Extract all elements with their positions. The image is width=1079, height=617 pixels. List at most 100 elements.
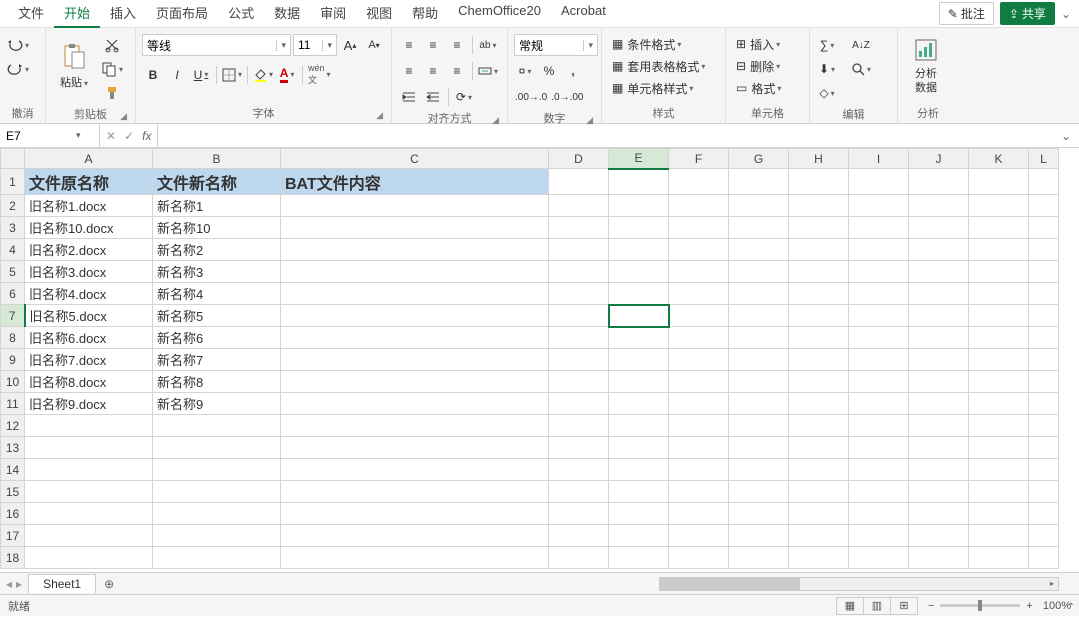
cell-J3[interactable]: [909, 217, 969, 239]
cell-K11[interactable]: [969, 393, 1029, 415]
cell-J6[interactable]: [909, 283, 969, 305]
col-header-C[interactable]: C: [281, 149, 549, 169]
cell-K14[interactable]: [969, 459, 1029, 481]
clipboard-launcher[interactable]: ◢: [120, 111, 127, 122]
increase-font-button[interactable]: A▴: [339, 34, 361, 56]
cell-A9[interactable]: 旧名称7.docx: [25, 349, 153, 371]
cell-I3[interactable]: [849, 217, 909, 239]
decrease-font-button[interactable]: A▾: [363, 34, 385, 56]
cell-G8[interactable]: [729, 327, 789, 349]
cell-G17[interactable]: [729, 525, 789, 547]
page-layout-view-button[interactable]: ▥: [863, 597, 891, 615]
cell-J12[interactable]: [909, 415, 969, 437]
cell-I10[interactable]: [849, 371, 909, 393]
row-header-11[interactable]: 11: [1, 393, 25, 415]
cell-J9[interactable]: [909, 349, 969, 371]
zoom-in-button[interactable]: +: [1026, 600, 1032, 612]
cell-D18[interactable]: [549, 547, 609, 569]
cell-L1[interactable]: [1029, 169, 1059, 195]
cell-I6[interactable]: [849, 283, 909, 305]
cell-C13[interactable]: [281, 437, 549, 459]
cell-J18[interactable]: [909, 547, 969, 569]
cell-F8[interactable]: [669, 327, 729, 349]
align-right-button[interactable]: ≡: [446, 60, 468, 82]
align-bottom-button[interactable]: ≡: [446, 34, 468, 56]
row-header-2[interactable]: 2: [1, 195, 25, 217]
cell-L17[interactable]: [1029, 525, 1059, 547]
cell-H3[interactable]: [789, 217, 849, 239]
cell-J17[interactable]: [909, 525, 969, 547]
cell-A1[interactable]: 文件原名称: [25, 169, 153, 195]
cell-L10[interactable]: [1029, 371, 1059, 393]
cell-I9[interactable]: [849, 349, 909, 371]
menu-插入[interactable]: 插入: [100, 0, 146, 28]
col-header-A[interactable]: A: [25, 149, 153, 169]
cell-J7[interactable]: [909, 305, 969, 327]
cell-F18[interactable]: [669, 547, 729, 569]
cell-C11[interactable]: [281, 393, 549, 415]
cell-D2[interactable]: [549, 195, 609, 217]
cell-C10[interactable]: [281, 371, 549, 393]
cell-E12[interactable]: [609, 415, 669, 437]
cell-H7[interactable]: [789, 305, 849, 327]
spreadsheet-grid[interactable]: ABCDEFGHIJKL1文件原名称文件新名称BAT文件内容2旧名称1.docx…: [0, 148, 1079, 572]
font-color-button[interactable]: A: [276, 64, 298, 86]
cell-I18[interactable]: [849, 547, 909, 569]
cell-H12[interactable]: [789, 415, 849, 437]
cell-I2[interactable]: [849, 195, 909, 217]
cell-J14[interactable]: [909, 459, 969, 481]
cell-G18[interactable]: [729, 547, 789, 569]
cell-E14[interactable]: [609, 459, 669, 481]
cancel-formula-button[interactable]: ✕: [106, 129, 116, 143]
cell-B4[interactable]: 新名称2: [153, 239, 281, 261]
cell-D3[interactable]: [549, 217, 609, 239]
delete-cells-button[interactable]: ⊟删除: [732, 56, 784, 76]
cell-C17[interactable]: [281, 525, 549, 547]
cell-B2[interactable]: 新名称1: [153, 195, 281, 217]
cell-F7[interactable]: [669, 305, 729, 327]
cell-F12[interactable]: [669, 415, 729, 437]
redo-button[interactable]: [6, 58, 30, 80]
cell-A14[interactable]: [25, 459, 153, 481]
cell-C4[interactable]: [281, 239, 549, 261]
cell-F2[interactable]: [669, 195, 729, 217]
cell-H11[interactable]: [789, 393, 849, 415]
cell-K6[interactable]: [969, 283, 1029, 305]
cell-B7[interactable]: 新名称5: [153, 305, 281, 327]
cell-L14[interactable]: [1029, 459, 1059, 481]
cell-A18[interactable]: [25, 547, 153, 569]
cell-C7[interactable]: [281, 305, 549, 327]
cell-J1[interactable]: [909, 169, 969, 195]
cell-B6[interactable]: 新名称4: [153, 283, 281, 305]
cell-F6[interactable]: [669, 283, 729, 305]
cell-F1[interactable]: [669, 169, 729, 195]
menu-数据[interactable]: 数据: [264, 0, 310, 28]
menu-开始[interactable]: 开始: [54, 0, 100, 28]
cell-A7[interactable]: 旧名称5.docx: [25, 305, 153, 327]
row-header-6[interactable]: 6: [1, 283, 25, 305]
cell-B12[interactable]: [153, 415, 281, 437]
cell-F14[interactable]: [669, 459, 729, 481]
cell-E1[interactable]: [609, 169, 669, 195]
font-name-combo[interactable]: ▾: [142, 34, 291, 56]
percent-button[interactable]: %: [538, 60, 560, 82]
cell-J10[interactable]: [909, 371, 969, 393]
cell-C8[interactable]: [281, 327, 549, 349]
cell-L13[interactable]: [1029, 437, 1059, 459]
cell-B17[interactable]: [153, 525, 281, 547]
cell-B16[interactable]: [153, 503, 281, 525]
cell-C12[interactable]: [281, 415, 549, 437]
cell-L4[interactable]: [1029, 239, 1059, 261]
cell-F11[interactable]: [669, 393, 729, 415]
sheet-nav-next[interactable]: ▸: [16, 577, 22, 591]
row-header-15[interactable]: 15: [1, 481, 25, 503]
cell-I13[interactable]: [849, 437, 909, 459]
cell-A16[interactable]: [25, 503, 153, 525]
copy-button[interactable]: [100, 58, 124, 80]
cell-K3[interactable]: [969, 217, 1029, 239]
select-all-corner[interactable]: [1, 149, 25, 169]
enter-formula-button[interactable]: ✓: [124, 129, 134, 143]
cell-J15[interactable]: [909, 481, 969, 503]
cell-G9[interactable]: [729, 349, 789, 371]
cell-A13[interactable]: [25, 437, 153, 459]
